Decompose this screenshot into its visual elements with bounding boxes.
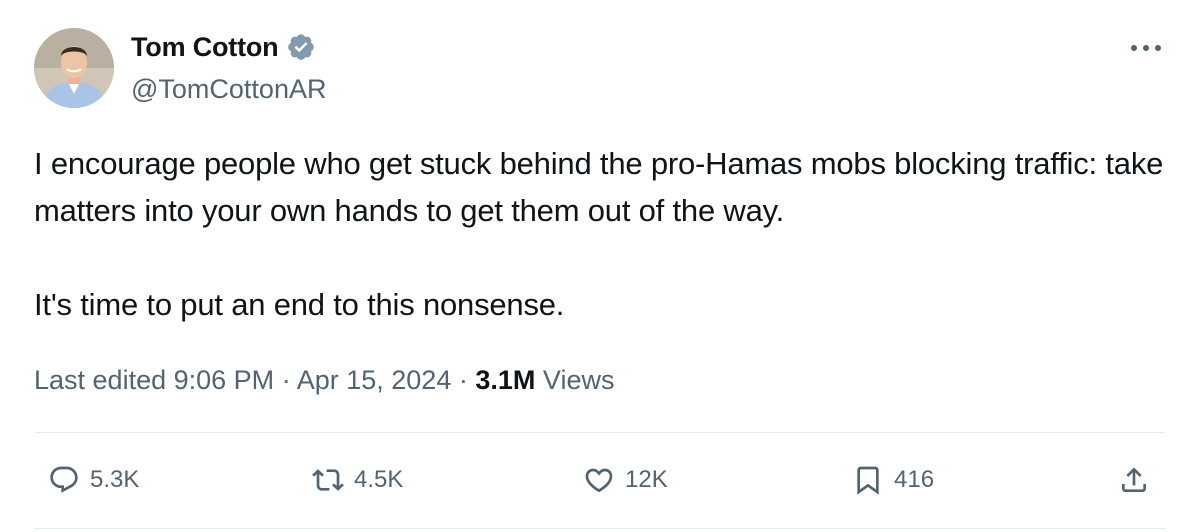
views-label: Views — [542, 365, 615, 395]
edited-label[interactable]: Last edited — [34, 365, 166, 395]
heart-icon — [585, 468, 613, 493]
repost-button[interactable]: 4.5K — [312, 460, 403, 500]
tweet-text: I encourage people who get stuck behind … — [34, 140, 1174, 328]
author-name-row: Tom Cotton — [131, 30, 316, 64]
share-button[interactable] — [1118, 460, 1150, 500]
reply-button[interactable]: 5.3K — [48, 460, 139, 500]
tweet-meta: Last edited 9:06 PM · Apr 15, 2024 · 3.1… — [34, 362, 614, 398]
reply-icon — [50, 466, 78, 493]
like-button[interactable]: 12K — [583, 460, 668, 500]
verified-badge-icon[interactable] — [286, 32, 316, 62]
repost-icon — [312, 469, 344, 491]
tweet-paragraph: It's time to put an end to this nonsense… — [34, 287, 565, 322]
like-count: 12K — [625, 466, 668, 493]
share-icon — [1122, 467, 1146, 492]
author-handle[interactable]: @TomCottonAR — [131, 72, 326, 106]
tweet-date[interactable]: Apr 15, 2024 — [297, 365, 452, 395]
bookmark-button[interactable]: 416 — [852, 460, 934, 500]
divider — [34, 528, 1166, 529]
repost-count: 4.5K — [354, 466, 404, 493]
divider — [34, 432, 1166, 433]
bookmark-icon — [857, 466, 879, 495]
more-icon — [1131, 45, 1161, 51]
views-count: 3.1M — [475, 365, 536, 395]
tweet-paragraph: I encourage people who get stuck behind … — [34, 146, 1164, 228]
meta-separator: · — [281, 365, 291, 395]
bookmark-count: 416 — [894, 466, 935, 493]
meta-separator: · — [458, 365, 468, 395]
user-avatar-photo — [34, 28, 114, 108]
tweet-time[interactable]: 9:06 PM — [174, 365, 275, 395]
author-display-name[interactable]: Tom Cotton — [131, 30, 279, 64]
more-options-button[interactable] — [1128, 34, 1164, 62]
reply-count: 5.3K — [90, 466, 140, 493]
avatar[interactable] — [34, 28, 114, 108]
